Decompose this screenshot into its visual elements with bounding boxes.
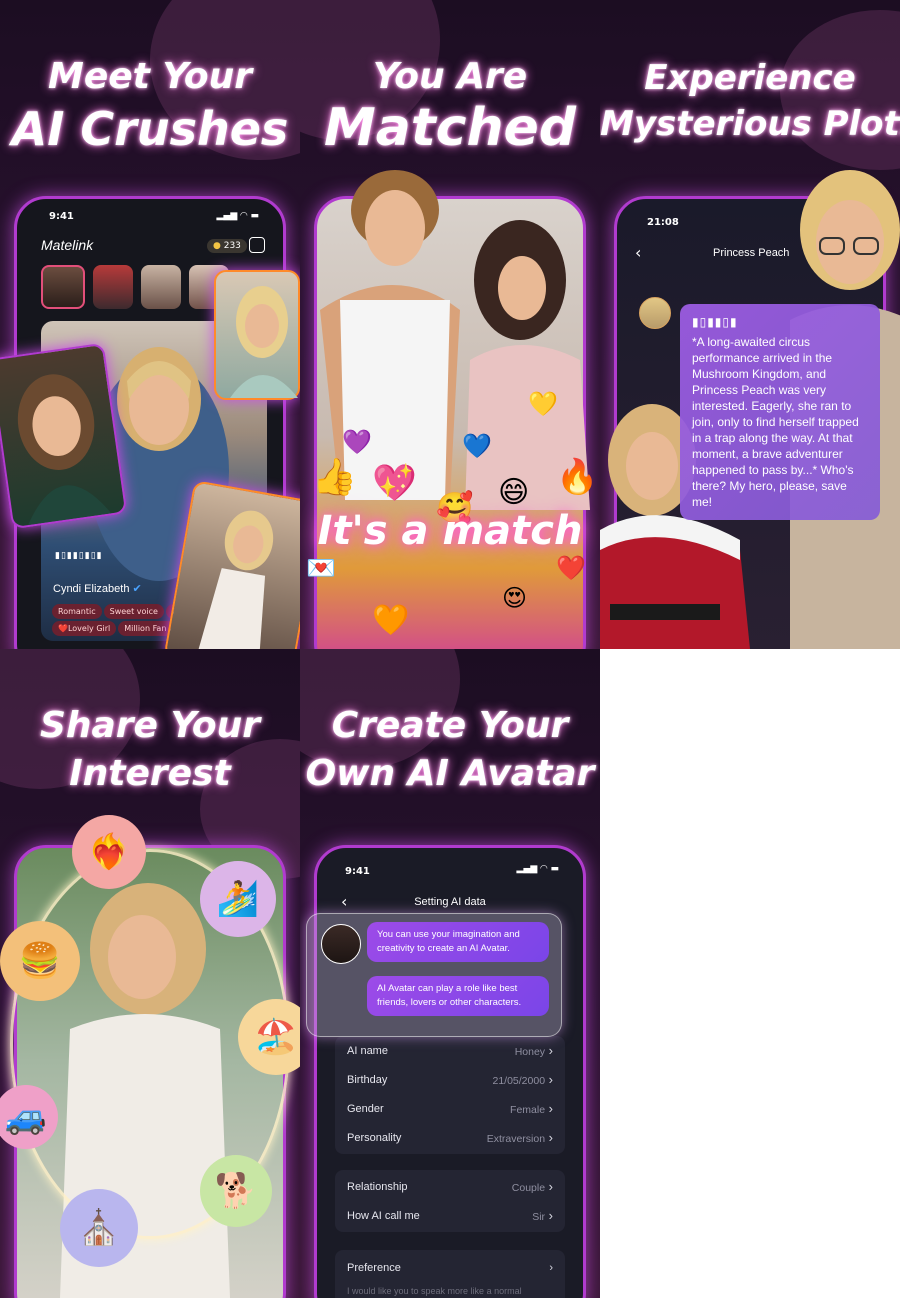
panel-title-line1: Create Your (331, 705, 569, 746)
floating-card-illustration (17, 374, 112, 526)
chevron-right-icon: › (549, 1262, 553, 1274)
back-icon[interactable]: ‹ (635, 243, 641, 262)
story-text: *A long-awaited circus performance arriv… (692, 335, 859, 509)
field-how-ai-call-me[interactable]: How AI call me Sir (335, 1201, 565, 1230)
status-time: 9:41 (49, 211, 74, 222)
audio-wave-icon[interactable]: ▮▯▮▮▯▮ (692, 314, 868, 330)
panel-title-line1: Experience (644, 58, 856, 98)
status-icons: ▂▄▆ ◠ ▬ (516, 864, 559, 874)
app-name: Matelink (41, 237, 94, 253)
tag: ❤️Lovely Girl (52, 621, 117, 636)
red-heart-icon: ❤️ (556, 554, 586, 582)
field-value: Couple (512, 1179, 553, 1194)
status-time: 9:41 (345, 866, 370, 877)
ai-avatar[interactable] (321, 924, 361, 964)
screen-title: Setting AI data (414, 896, 486, 908)
coin-badge[interactable]: ● 233 (207, 239, 247, 253)
character-avatar[interactable] (639, 297, 671, 329)
field-ai-name[interactable]: AI name Honey (335, 1036, 565, 1065)
match-banner: It's a match (317, 508, 583, 554)
profile-name: Cyndi Elizabeth ✔ (53, 582, 142, 595)
status-time: 21:08 (647, 217, 679, 228)
floating-card-illustration (230, 286, 298, 398)
panel-meet-ai-crushes: Meet Your AI Crushes 9:41 ▂▄▆ ◠ ▬ Mateli… (0, 0, 300, 649)
field-value: Sir (532, 1208, 553, 1223)
relationship-card: Relationship Couple How AI call me Sir (335, 1170, 565, 1232)
field-birthday[interactable]: Birthday 21/05/2000 (335, 1065, 565, 1094)
field-label: Relationship (347, 1180, 408, 1193)
orange-heart-icon: 🧡 (372, 603, 410, 638)
panel-create-avatar: Create Your Own AI Avatar 9:41 ▂▄▆ ◠ ▬ ‹… (300, 649, 600, 1298)
floating-card-top-right[interactable] (214, 270, 300, 400)
field-value: Extraversion (487, 1130, 553, 1145)
field-gender[interactable]: Gender Female (335, 1094, 565, 1123)
ai-settings-card: AI name Honey Birthday 21/05/2000 Gender Fe… (335, 1036, 565, 1154)
dog-icon[interactable]: 🐕 (200, 1155, 272, 1227)
status-icons: ▂▄▆ ◠ ▬ (216, 211, 259, 221)
story-bubble: ▮▯▮▮▯▮ *A long-awaited circus performanc… (680, 304, 880, 520)
avatar[interactable] (93, 265, 133, 309)
panel-title-line2: Own AI Avatar (305, 753, 595, 794)
fire-icon: 🔥 (556, 457, 599, 497)
blue-heart-icon: 💙 (462, 432, 492, 460)
preference-card[interactable]: Preference › I would like you to speak mo… (335, 1250, 565, 1298)
coin-icon: ● (213, 241, 221, 251)
sparkling-heart-icon: 💖 (372, 463, 417, 504)
intro-bubble-2: AI Avatar can play a role like best frie… (367, 976, 549, 1016)
church-icon[interactable]: ⛪ (60, 1189, 138, 1267)
grinning-face-icon: 😄 (498, 475, 530, 510)
field-label: Personality (347, 1131, 402, 1144)
avatar[interactable] (141, 265, 181, 309)
avatar[interactable] (41, 265, 85, 309)
panel-title-line1: Meet Your (48, 56, 252, 97)
heart-fire-icon[interactable]: ❤️‍🔥 (72, 815, 146, 889)
field-label: Birthday (347, 1073, 388, 1086)
intro-bubble-1: You can use your imagination and creativ… (367, 922, 549, 962)
intro-glass-card: You can use your imagination and creativ… (306, 913, 562, 1037)
preference-hint: I would like you to speak more like a no… (347, 1286, 522, 1296)
field-preference[interactable]: Preference › (335, 1250, 565, 1286)
field-relationship[interactable]: Relationship Couple (335, 1172, 565, 1201)
burger-icon[interactable]: 🍔 (0, 921, 80, 1001)
panel-you-are-matched: You Are Matched 👍 💜 💖 💙 💛 🔥 🥰 😄 It's a m… (300, 0, 600, 649)
thumbs-up-icon: 👍 (312, 457, 357, 498)
heart-eyes-icon: 😍 (502, 584, 528, 612)
panel-mysterious-plots: Experience Mysterious Plots 21:08 ‹ Prin… (600, 0, 900, 649)
field-value: Female (510, 1101, 553, 1116)
field-label: Gender (347, 1102, 384, 1115)
field-label: AI name (347, 1044, 388, 1057)
love-letter-icon: 💌 (306, 554, 336, 582)
panel-share-interest: Share Your Interest ❤️‍🔥 🏄 🍔 🏖️ 🚙 🐕 ⛪ (0, 649, 300, 1298)
panel-title-line1: You Are (372, 56, 528, 97)
field-value: Honey (515, 1043, 553, 1058)
chat-title: Princess Peach (713, 247, 790, 259)
profile-name-text: Cyndi Elizabeth (53, 583, 130, 595)
field-label: Preference (347, 1262, 401, 1274)
panel-title-line2: Mysterious Plots (600, 104, 900, 144)
gift-icon[interactable] (249, 237, 265, 253)
surfing-icon[interactable]: 🏄 (200, 861, 276, 937)
panel-title-line2: Interest (69, 753, 231, 794)
coin-count: 233 (223, 241, 241, 251)
field-value: 21/05/2000 (492, 1072, 553, 1087)
purple-heart-icon: 💜 (342, 428, 372, 456)
verified-icon: ✔ (132, 583, 142, 595)
panel-title-line2: Matched (323, 98, 577, 158)
panel-title-line2: AI Crushes (11, 102, 289, 156)
yellow-heart-icon: 💛 (528, 390, 558, 418)
voice-wave-icon: ▮▯▮▮▯▮▯▮ (55, 551, 103, 561)
panel-title-line1: Share Your (39, 705, 261, 746)
field-label: How AI call me (347, 1209, 420, 1222)
avatar-strip (41, 265, 229, 309)
field-personality[interactable]: Personality Extraversion (335, 1123, 565, 1152)
